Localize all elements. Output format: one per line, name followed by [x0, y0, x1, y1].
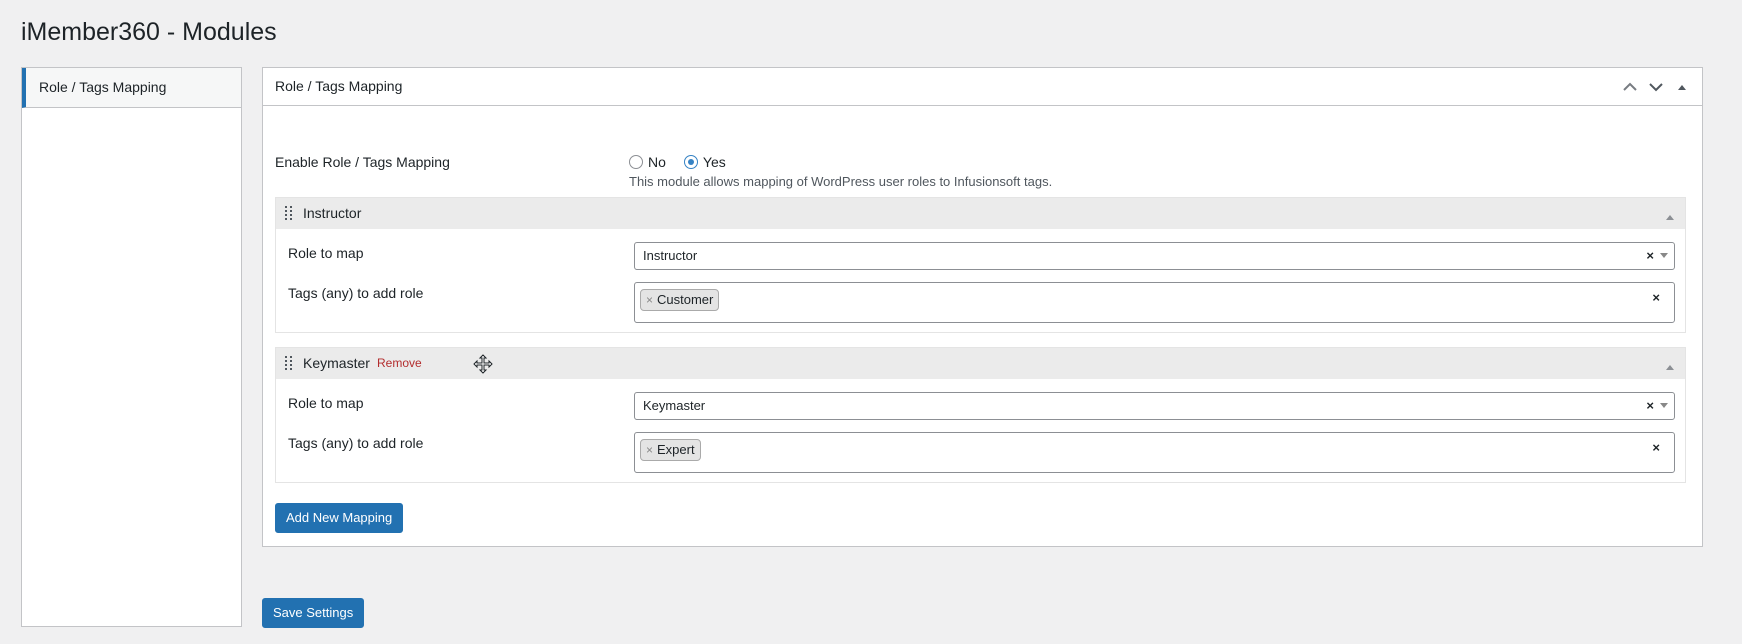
drag-handle-icon[interactable]: [285, 206, 293, 220]
add-new-mapping-button[interactable]: Add New Mapping: [275, 503, 404, 533]
role-select-value: Instructor: [643, 248, 698, 263]
mapping-group-header: Keymaster Remove: [276, 348, 1685, 379]
tag-chip: × Expert: [640, 439, 701, 461]
sidebar-item-role-tags-mapping[interactable]: Role / Tags Mapping: [22, 68, 241, 108]
enable-label: Enable Role / Tags Mapping: [275, 154, 450, 170]
chevron-up-icon[interactable]: [1620, 77, 1640, 97]
tags-multiselect[interactable]: × Expert ×: [634, 432, 1675, 473]
role-tags-mapping-panel: Role / Tags Mapping Enable Role / Tags M…: [262, 67, 1703, 547]
collapse-triangle-icon[interactable]: [1665, 208, 1675, 224]
role-select-value: Keymaster: [643, 398, 706, 413]
clear-icon[interactable]: ×: [1652, 440, 1660, 455]
mapping-group-header: Instructor: [276, 198, 1685, 229]
page-title: iMember360 - Modules: [21, 18, 277, 46]
tags-label: Tags (any) to add role: [288, 285, 424, 301]
collapse-triangle-icon[interactable]: [1665, 358, 1675, 374]
chip-remove-icon[interactable]: ×: [646, 290, 653, 310]
enable-radio-group: No Yes: [629, 154, 744, 170]
role-to-map-label: Role to map: [288, 245, 364, 261]
save-settings-button[interactable]: Save Settings: [262, 598, 365, 628]
modules-sidebar: Role / Tags Mapping: [21, 67, 242, 627]
mapping-group-keymaster: Keymaster Remove Role to map Keymaster ×…: [275, 347, 1686, 483]
mapping-group-instructor: Instructor Role to map Instructor × Tags…: [275, 197, 1686, 333]
dropdown-arrow-icon[interactable]: [1660, 403, 1668, 408]
panel-title: Role / Tags Mapping: [275, 78, 403, 94]
clear-icon[interactable]: ×: [1652, 290, 1660, 305]
triangle-up-icon[interactable]: [1672, 77, 1692, 97]
chip-remove-icon[interactable]: ×: [646, 440, 653, 460]
radio-yes-label[interactable]: Yes: [703, 154, 726, 170]
role-to-map-label: Role to map: [288, 395, 364, 411]
mapping-title: Keymaster: [303, 355, 370, 371]
panel-header: Role / Tags Mapping: [263, 68, 1702, 106]
tags-multiselect[interactable]: × Customer ×: [634, 282, 1675, 323]
dropdown-arrow-icon[interactable]: [1660, 253, 1668, 258]
drag-handle-icon[interactable]: [285, 356, 293, 370]
mapping-title: Instructor: [303, 205, 362, 221]
clear-icon[interactable]: ×: [1646, 393, 1654, 419]
tag-chip-label: Expert: [657, 442, 695, 457]
tag-chip: × Customer: [640, 289, 720, 311]
panel-handle-actions: [1620, 68, 1692, 105]
enable-description: This module allows mapping of WordPress …: [629, 174, 1053, 189]
radio-no[interactable]: [629, 155, 643, 169]
tags-label: Tags (any) to add role: [288, 435, 424, 451]
role-select[interactable]: Instructor ×: [634, 242, 1675, 270]
chevron-down-icon[interactable]: [1646, 77, 1666, 97]
move-cursor-icon: [473, 354, 493, 377]
radio-yes[interactable]: [683, 155, 698, 169]
clear-icon[interactable]: ×: [1646, 243, 1654, 269]
radio-no-label[interactable]: No: [648, 154, 666, 170]
remove-mapping-link[interactable]: Remove: [377, 348, 422, 379]
role-select[interactable]: Keymaster ×: [634, 392, 1675, 420]
tag-chip-label: Customer: [657, 292, 714, 307]
